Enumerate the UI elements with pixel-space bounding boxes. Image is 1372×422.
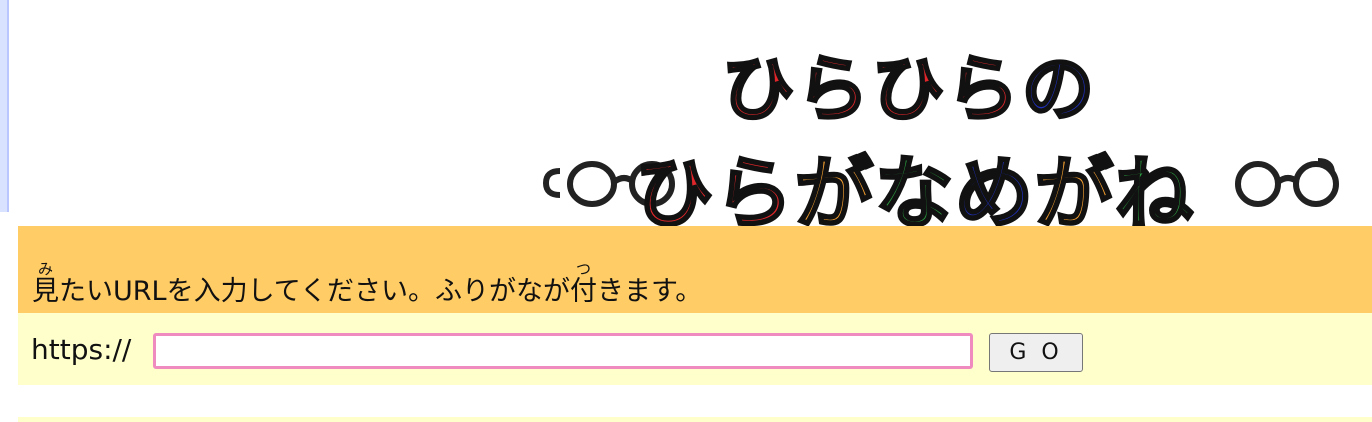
logo-line2-ra: ら <box>715 149 793 226</box>
go-button[interactable]: G O <box>989 333 1083 372</box>
instruction-text-end: きます。 <box>596 276 703 307</box>
ruby-tsu: 付つ <box>569 260 597 307</box>
instruction-text-main: たいURLを入力してください。ふりがなが <box>59 276 570 307</box>
logo-line1-ra-2: ら <box>947 47 1019 131</box>
logo-line1-hi-1: ひ <box>722 47 794 131</box>
logo-line1-ra-1: ら <box>797 47 869 131</box>
site-logo[interactable]: ひ ら ひ ら の ひ ら が な め が ね <box>540 36 1340 226</box>
instruction-bar: 見みたいURLを入力してください。ふりがなが付つきます。 <box>18 226 1372 313</box>
logo-line1-hi-2: ひ <box>872 47 944 131</box>
url-scheme-label: https:// <box>31 333 132 366</box>
logo-line2-ne: ね <box>1115 149 1193 226</box>
url-input[interactable] <box>153 333 973 369</box>
url-form: https:// G O <box>18 313 1372 385</box>
instruction-text: 見みたいURLを入力してください。ふりがなが付つきます。 <box>32 260 702 309</box>
logo-line2-me: め <box>955 149 1033 226</box>
logo-line2-hi: ひ <box>635 149 713 226</box>
right-eyeglasses-icon <box>1235 158 1339 207</box>
sidebar-edge <box>0 0 9 212</box>
logo-line1-no: の <box>1022 47 1094 131</box>
ruby-mi: 見み <box>32 260 59 307</box>
bottom-strip <box>18 417 1372 422</box>
logo-line2-ga-2: が <box>1035 149 1113 226</box>
logo-line2-na: な <box>875 149 953 226</box>
logo-line2-ga-1: が <box>795 149 873 226</box>
